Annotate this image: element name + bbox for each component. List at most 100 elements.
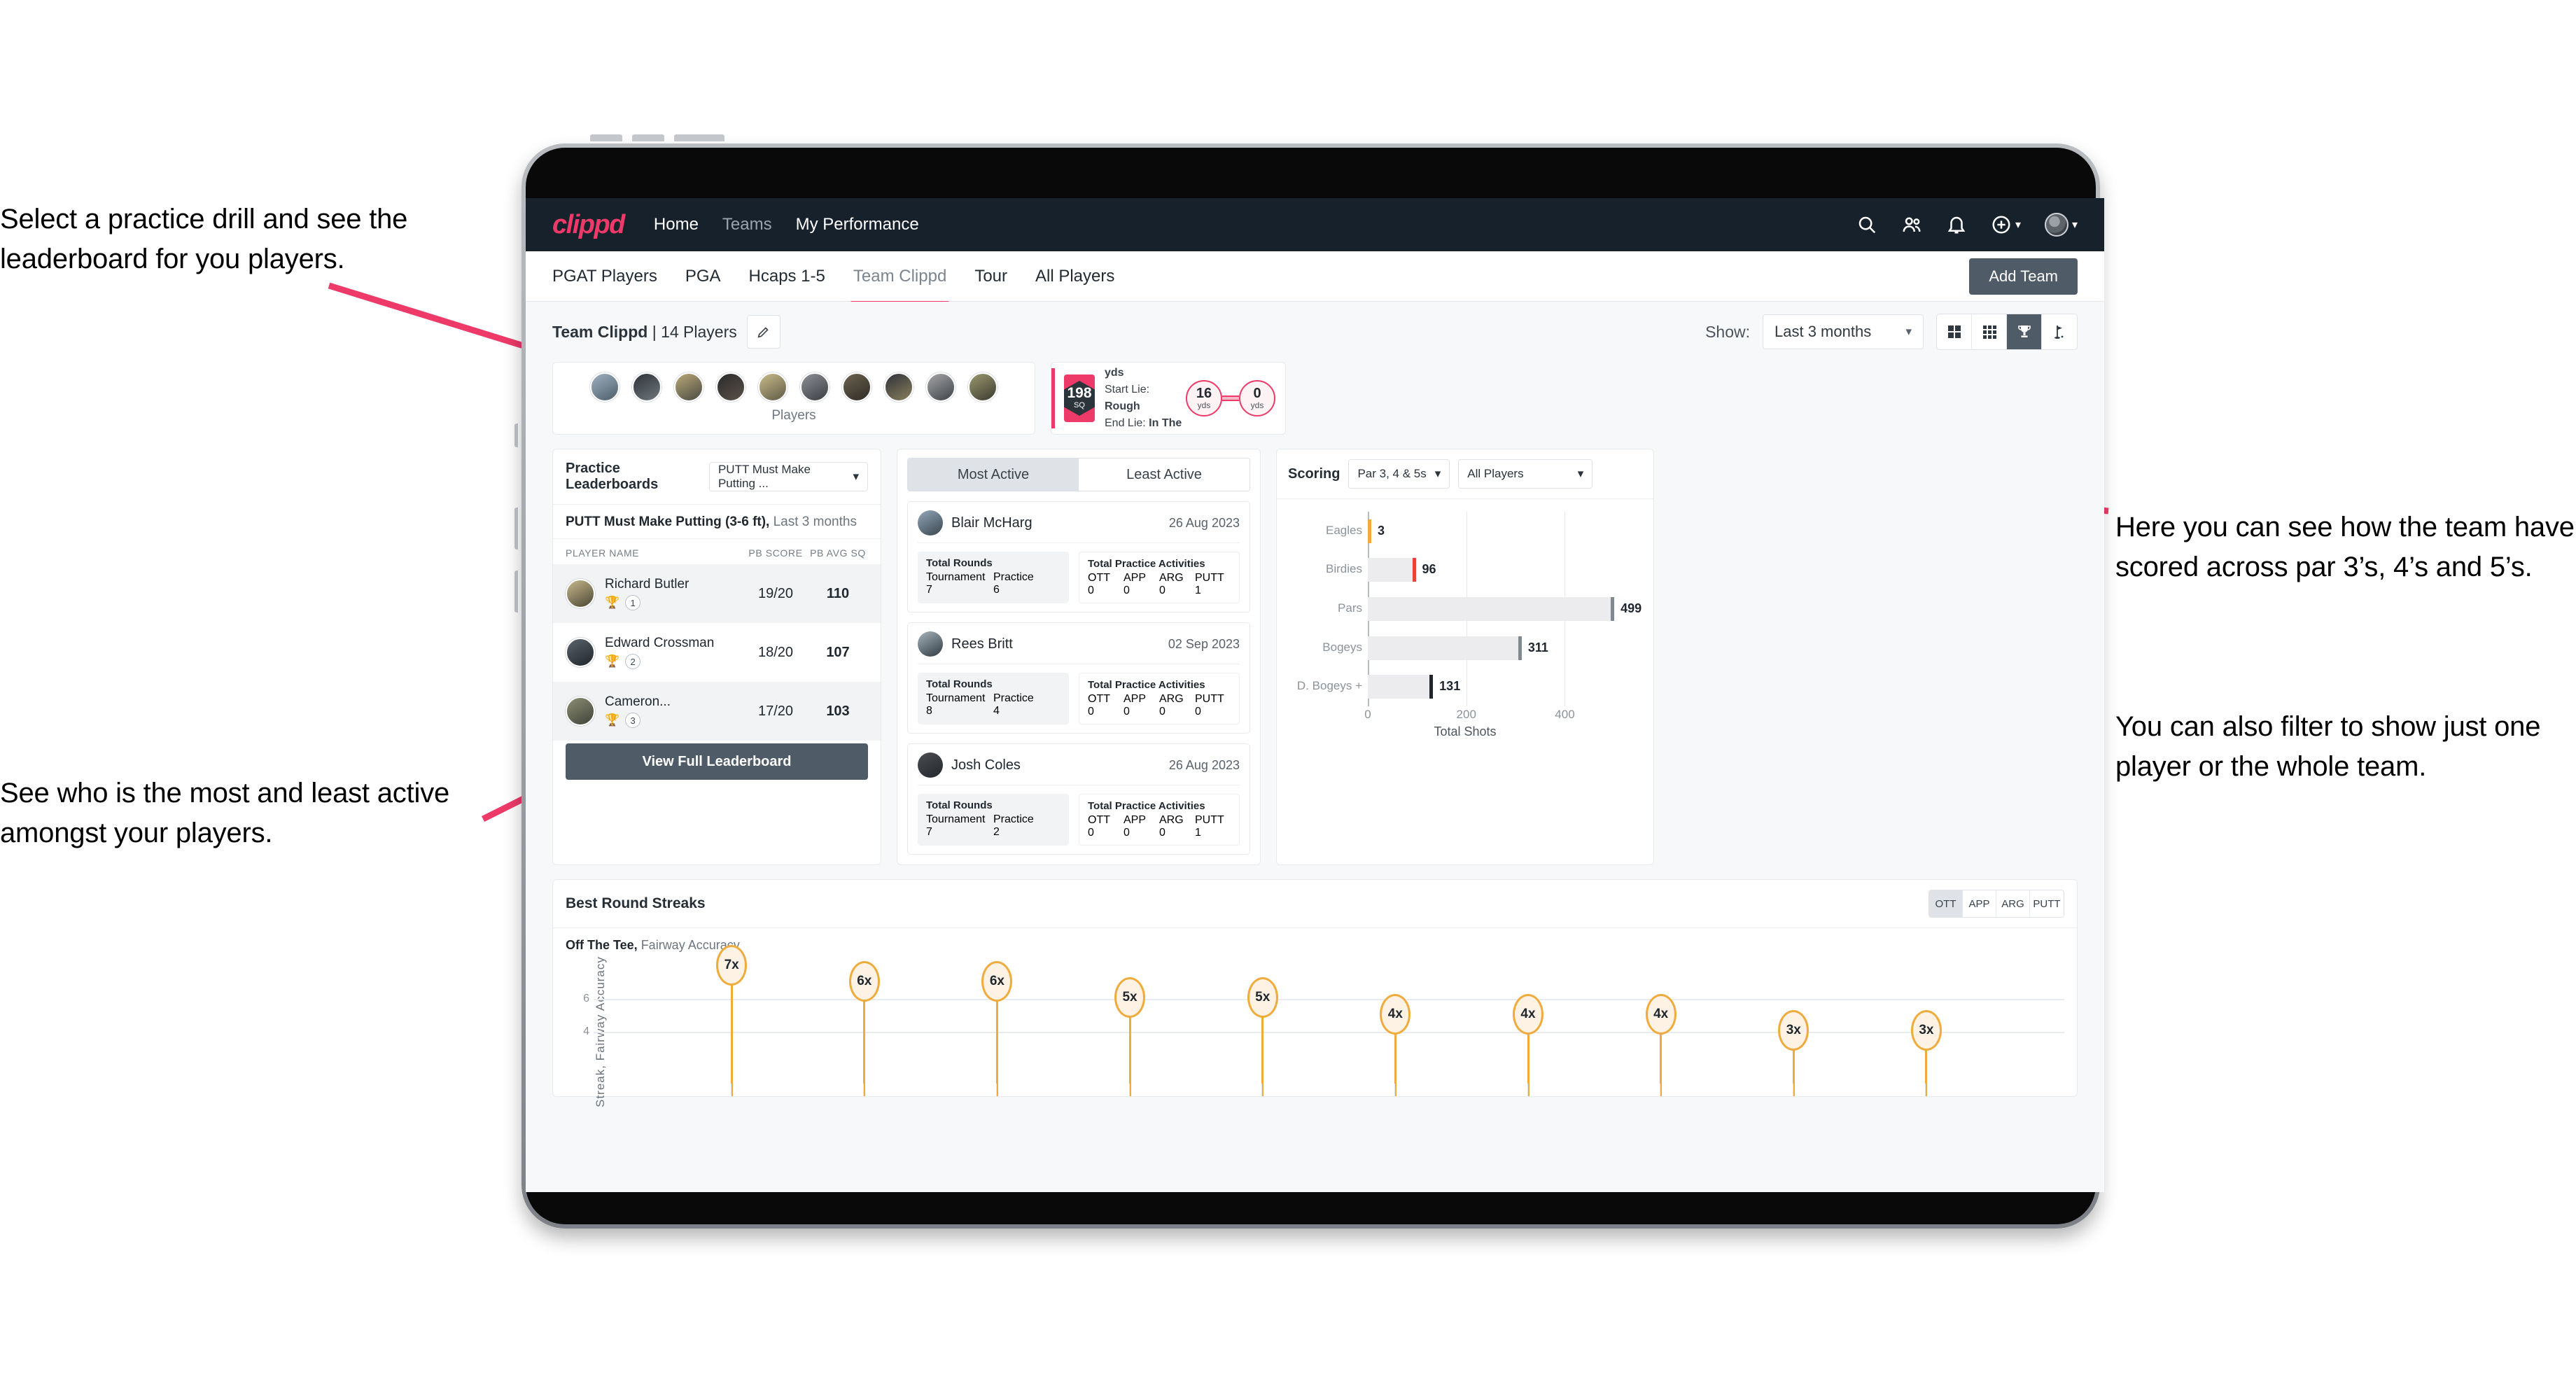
putt-stat: PUTT 0	[1195, 693, 1231, 718]
show-range-select[interactable]: Last 3 months ▾	[1763, 314, 1924, 349]
list-item[interactable]: Blair McHarg 26 Aug 2023 Total Rounds To…	[907, 501, 1250, 612]
chevron-down-icon: ▾	[1577, 467, 1584, 480]
bar-category-label: Bogeys	[1322, 640, 1362, 654]
rank-badge: 2	[625, 654, 641, 669]
stat-value: 0	[1159, 706, 1166, 718]
activity-card-header: Josh Coles 26 Aug 2023	[918, 752, 1240, 785]
tab-pga[interactable]: PGA	[685, 253, 721, 300]
player-name: Blair McHarg	[951, 514, 1032, 531]
bar-cap	[1518, 636, 1522, 660]
shot-dist-line: Shot Dist: 16 yds	[1105, 363, 1186, 382]
list-item[interactable]: Rees Britt 02 Sep 2023 Total Rounds Tour…	[907, 622, 1250, 734]
toolbar-right: Show: Last 3 months ▾	[1705, 314, 2078, 350]
table-row[interactable]: Edward Crossman 🏆 2 18/20 107	[553, 623, 881, 682]
total-rounds-box: Total Rounds Tournament 7 Practice 2	[918, 794, 1069, 846]
start-lie-value: Rough	[1105, 400, 1140, 412]
avatar[interactable]	[2044, 213, 2068, 237]
plus-circle-icon[interactable]	[1991, 214, 2012, 235]
x-axis-tickmark	[995, 1084, 997, 1096]
edit-team-button[interactable]	[746, 315, 780, 349]
tab-all-players[interactable]: All Players	[1035, 253, 1114, 300]
streak-bubble[interactable]: 4x	[1380, 993, 1411, 1035]
streak-bubble[interactable]: 3x	[1778, 1009, 1809, 1051]
par-filter-select[interactable]: Par 3, 4 & 5s ▾	[1348, 459, 1450, 489]
plus-circle-menu[interactable]: ▾	[1991, 214, 2021, 235]
avatar[interactable]	[884, 372, 913, 402]
toggle-putt[interactable]: PUTT	[2030, 890, 2064, 917]
view-grid-large-button[interactable]	[1937, 314, 1972, 349]
view-full-leaderboard-button[interactable]: View Full Leaderboard	[566, 743, 868, 780]
avatar	[918, 510, 943, 536]
ott-stat: OTT 0	[1088, 814, 1124, 839]
streak-bubble[interactable]: 6x	[848, 961, 880, 1002]
streak-bubble[interactable]: 3x	[1910, 1009, 1942, 1051]
arg-stat: ARG 0	[1159, 693, 1195, 718]
drill-select-value: PUTT Must Make Putting ...	[718, 463, 811, 490]
add-team-button[interactable]: Add Team	[1969, 258, 2078, 295]
avatar[interactable]	[632, 372, 662, 402]
avatar[interactable]	[800, 372, 830, 402]
table-row[interactable]: Richard Butler 🏆 1 19/20 110	[553, 564, 881, 623]
team-player-count: | 14 Players	[652, 322, 737, 341]
end-lie-line: End Lie: In The Hole	[1105, 415, 1186, 434]
toggle-ott[interactable]: OTT	[1929, 890, 1963, 917]
tab-tour[interactable]: Tour	[974, 253, 1007, 300]
avatar[interactable]	[758, 372, 788, 402]
tab-least-active[interactable]: Least Active	[1079, 458, 1250, 491]
view-grid-small-button[interactable]	[1972, 314, 2007, 349]
stat-label: PUTT	[1195, 572, 1224, 584]
streak-bubble[interactable]: 5x	[1114, 977, 1146, 1018]
table-row[interactable]: Cameron... 🏆 3 17/20 103	[553, 682, 881, 741]
shot-dist-value: 16 yds	[1105, 367, 1124, 379]
stat-value: 8	[926, 705, 932, 717]
streak-bubble[interactable]: 4x	[1513, 993, 1544, 1035]
profile-menu[interactable]: ▾	[2044, 213, 2078, 237]
streak-bubble[interactable]: 7x	[716, 945, 748, 986]
avatar[interactable]	[590, 372, 620, 402]
player-filter-select[interactable]: All Players ▾	[1458, 459, 1593, 489]
player-avatar-row	[553, 372, 1035, 402]
stat-label: OTT	[1088, 693, 1110, 705]
trophy-icon	[2017, 326, 2031, 337]
clippd-logo[interactable]: clippd	[552, 210, 625, 240]
nav-link-my-performance[interactable]: My Performance	[796, 215, 919, 234]
view-flag-button[interactable]	[2042, 314, 2077, 349]
avatar[interactable]	[968, 372, 997, 402]
practice-activities-box: Total Practice Activities OTT 0 APP 0 ARG 0…	[1079, 552, 1240, 603]
nav-link-home[interactable]: Home	[654, 215, 699, 234]
player-badges: 🏆 3	[605, 713, 743, 728]
shot-start-circle: 16 yds	[1186, 380, 1222, 416]
toggle-arg[interactable]: ARG	[1996, 890, 2030, 917]
drill-select[interactable]: PUTT Must Make Putting ... ▾	[708, 462, 868, 491]
pb-avg-sq: 103	[826, 703, 850, 719]
avatar[interactable]	[674, 372, 704, 402]
tab-team-clippd[interactable]: Team Clippd	[850, 253, 950, 304]
toggle-app[interactable]: APP	[1963, 890, 1996, 917]
avatar	[918, 752, 943, 778]
view-trophy-button[interactable]	[2007, 314, 2042, 349]
people-icon[interactable]	[1901, 214, 1922, 235]
bell-icon[interactable]	[1946, 214, 1967, 235]
avatar[interactable]	[842, 372, 872, 402]
search-icon[interactable]	[1856, 214, 1877, 235]
panels-row: Practice Leaderboards PUTT Must Make Put…	[552, 449, 2078, 865]
view-mode-toggle	[1936, 314, 2078, 350]
column-pb-avg-sq: PB AVG SQ	[810, 547, 866, 559]
streak-bubble[interactable]: 4x	[1645, 993, 1676, 1035]
player-info: Richard Butler 🏆 1	[605, 577, 743, 610]
streak-bubble[interactable]: 5x	[1247, 977, 1278, 1018]
pb-avg-sq: 110	[826, 585, 850, 601]
stat-label: Tournament	[926, 813, 986, 825]
tab-hcaps-1-5[interactable]: Hcaps 1-5	[749, 253, 825, 300]
tab-pgat-players[interactable]: PGAT Players	[552, 253, 657, 300]
app-stat: APP 0	[1124, 693, 1159, 718]
streak-bubble[interactable]: 6x	[981, 961, 1013, 1002]
nav-link-teams[interactable]: Teams	[722, 215, 772, 234]
player-name: Rees Britt	[951, 636, 1013, 652]
stat-label: ARG	[1159, 572, 1184, 584]
bar-category-label: Pars	[1338, 601, 1362, 615]
list-item[interactable]: Josh Coles 26 Aug 2023 Total Rounds Tour…	[907, 743, 1250, 855]
avatar[interactable]	[716, 372, 746, 402]
avatar[interactable]	[926, 372, 955, 402]
tab-most-active[interactable]: Most Active	[908, 458, 1079, 491]
